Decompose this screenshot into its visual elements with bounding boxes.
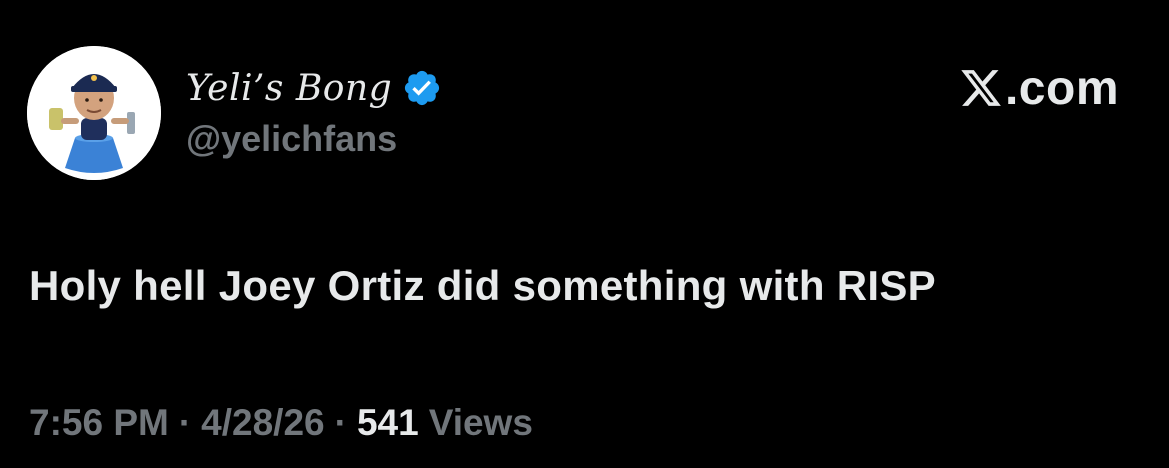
views-label: Views [428,402,533,443]
meta-separator: · [178,402,192,443]
tweet-meta: 7:56 PM · 4/28/26 · 541 Views [29,402,533,444]
tweet-time[interactable]: 7:56 PM [29,402,169,444]
meta-separator: · [334,402,347,443]
tweet-date[interactable]: 4/28/26 [201,402,324,444]
verified-badge-icon [405,70,440,106]
user-handle[interactable]: @yelichfans [186,118,442,160]
author-block: Yeli’s Bong @yelichfans [186,64,442,160]
x-logo-icon [961,70,1001,106]
display-name[interactable]: Yeli’s Bong [186,68,392,109]
tweet-text: Holy hell Joey Ortiz did something with … [29,262,936,309]
avatar[interactable] [27,46,161,180]
tweet-card: Yeli’s Bong @yelichfans .com Holy hell J… [0,0,1169,468]
views-count: 541 [356,402,419,443]
brand-domain-label: .com [1004,61,1119,115]
bobblehead-avatar-icon [27,46,161,180]
brand-watermark: .com [959,58,1119,118]
display-name-row: Yeli’s Bong [186,64,442,112]
